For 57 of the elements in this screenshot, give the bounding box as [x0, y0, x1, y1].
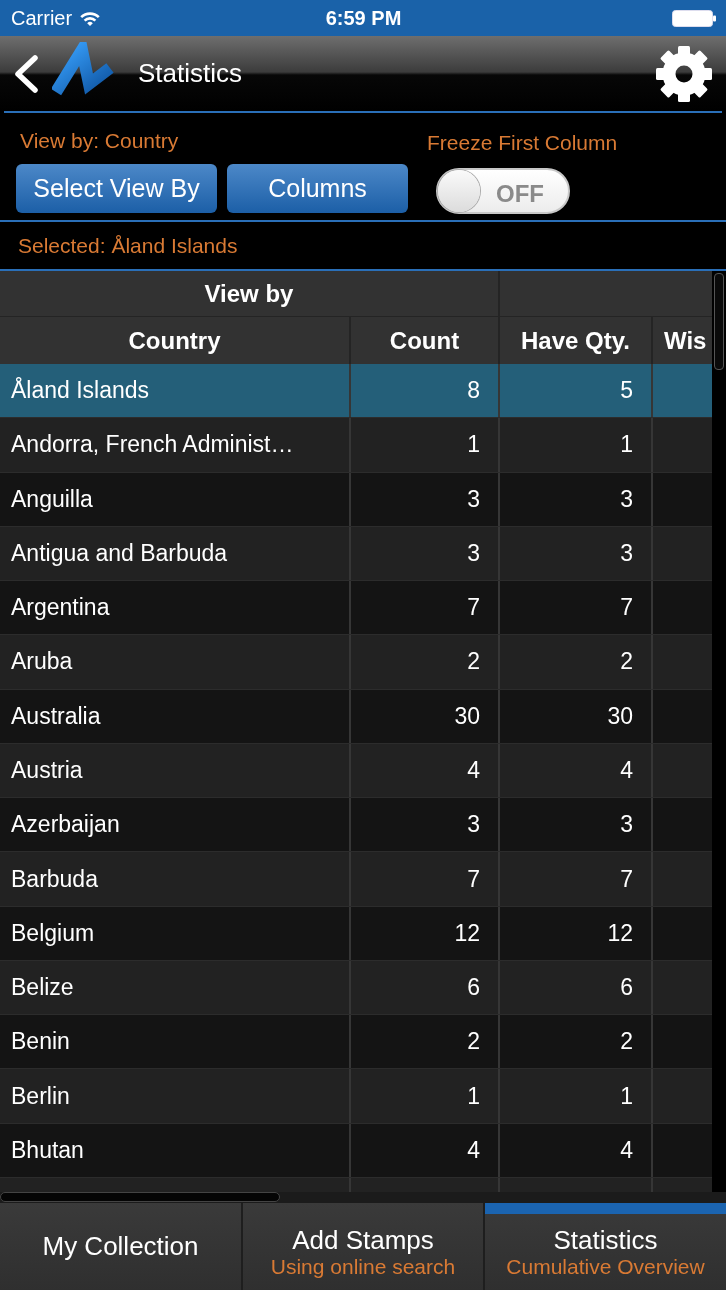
- wifi-icon: [80, 10, 101, 26]
- scrollbar[interactable]: [714, 273, 724, 370]
- table-row[interactable]: Anguilla 3 3: [0, 472, 712, 527]
- column-header[interactable]: Wis: [653, 317, 712, 364]
- table-cell: 30: [351, 689, 500, 743]
- nav-title: Statistics: [138, 58, 243, 89]
- table-cell: Aruba: [0, 635, 351, 689]
- table-cell: Berlin: [0, 1069, 351, 1123]
- table-row[interactable]: Azerbaijan 3 3: [0, 798, 712, 853]
- table-cell: Barbuda: [0, 852, 351, 906]
- table-cell: 4: [351, 1123, 500, 1177]
- table-cell: Australia: [0, 689, 351, 743]
- table-cell: 12: [351, 906, 500, 960]
- view-by-label: View by: Country: [19, 129, 179, 153]
- table-cell: 1: [500, 418, 653, 472]
- table-row[interactable]: Antigua and Barbuda 3 3: [0, 526, 712, 582]
- table-row[interactable]: Aruba 2 2: [0, 635, 712, 690]
- table-row[interactable]: Austria 4 4: [0, 743, 712, 799]
- table-row[interactable]: Belgium 12 12: [0, 906, 712, 961]
- table-cell: 2: [500, 635, 653, 689]
- table-cell: Belgium: [0, 906, 351, 960]
- tab[interactable]: Statistics Cumulative Overview: [483, 1203, 726, 1290]
- table-cell: Anguilla: [0, 472, 351, 526]
- battery-icon: [672, 9, 716, 27]
- table-row[interactable]: Belize 6 6: [0, 960, 712, 1016]
- table-cell: Andorra, French Administ…: [0, 418, 351, 472]
- table-cell: 3: [351, 472, 500, 526]
- table-row[interactable]: Barbuda 7 7: [0, 852, 712, 907]
- table-row[interactable]: Åland Islands 8 5: [0, 364, 712, 419]
- table-cell: 4: [500, 1123, 653, 1177]
- table-cell: 7: [351, 852, 500, 906]
- table-row[interactable]: Australia 30 30: [0, 689, 712, 744]
- scrollbar[interactable]: [0, 1192, 280, 1202]
- table-cell: 30: [500, 689, 653, 743]
- tab[interactable]: My Collection: [0, 1203, 241, 1290]
- table-row[interactable]: Argentina 7 7: [0, 581, 712, 636]
- table-cell: 1: [351, 418, 500, 472]
- table-cell: 1: [351, 1069, 500, 1123]
- table-row[interactable]: Berlin 1 1: [0, 1069, 712, 1124]
- table-cell: 1: [500, 1069, 653, 1123]
- table-cell: 7: [500, 852, 653, 906]
- columns-button[interactable]: Columns: [227, 164, 408, 213]
- table-cell: 3: [500, 472, 653, 526]
- table-cell: Bhutan: [0, 1123, 351, 1177]
- settings-icon[interactable]: [656, 45, 712, 102]
- table-cell: 12: [500, 906, 653, 960]
- table-row[interactable]: Andorra, French Administ… 1 1: [0, 418, 712, 473]
- table-cell: 2: [351, 635, 500, 689]
- select-view-by-button[interactable]: Select View By: [16, 164, 217, 213]
- freeze-label: Freeze First Column: [427, 131, 618, 155]
- tab[interactable]: Add Stamps Using online search: [241, 1203, 483, 1290]
- carrier-label: Carrier: [11, 6, 73, 30]
- selected-label: Selected: Åland Islands: [18, 233, 238, 258]
- table-row[interactable]: Bhutan 4 4: [0, 1123, 712, 1178]
- table-row[interactable]: Benin 2 2: [0, 1015, 712, 1070]
- status-time: 6:59 PM: [325, 6, 402, 30]
- back-icon[interactable]: [12, 53, 40, 94]
